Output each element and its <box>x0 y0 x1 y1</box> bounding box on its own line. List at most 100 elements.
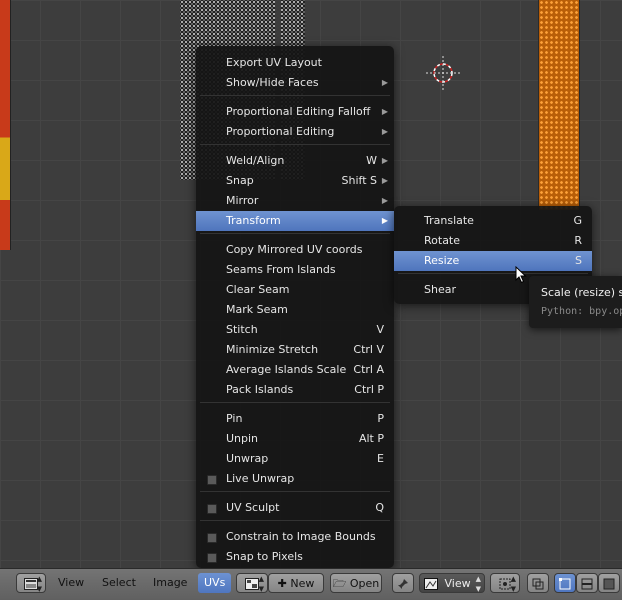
uv-island-selected <box>538 0 580 210</box>
transform-menu-item-translate[interactable]: Translate G <box>394 211 592 231</box>
menu-item-shortcut: V <box>376 323 384 336</box>
plus-icon: ✚ <box>277 577 287 590</box>
menu-item-label: Seams From Islands <box>226 263 336 276</box>
spin-arrows-icon: ▲ ▼ <box>510 575 516 593</box>
new-label: New <box>290 577 315 590</box>
menu-item-label: Resize <box>424 254 460 267</box>
uvs-menu-item-mark-seam[interactable]: Mark Seam <box>196 300 394 320</box>
menu-item-label: Snap <box>226 174 254 187</box>
menu-item-label: Transform <box>226 214 281 227</box>
vertex-select-mode-button[interactable] <box>554 573 576 593</box>
uvs-menu-item-clear-seam[interactable]: Clear Seam <box>196 280 394 300</box>
editor-type-button[interactable]: ▲ ▼ <box>16 573 46 593</box>
menu-separator <box>200 144 390 145</box>
menu-item-shortcut: Ctrl P <box>354 383 384 396</box>
uv-editor-header: ▲ ▼ View Select Image UVs ▲ ▼ ✚ New 🗁 Open… <box>0 568 622 600</box>
menu-item-label: Unwrap <box>226 452 269 465</box>
menu-item-shortcut: E <box>377 452 384 465</box>
uvs-menu-item-mirror[interactable]: Mirror ▶ <box>196 191 394 211</box>
image-browse-button[interactable]: ▲ ▼ <box>236 573 268 593</box>
menu-item-label: Pack Islands <box>226 383 294 396</box>
uvs-menu-item-live-unwrap[interactable]: Live Unwrap <box>196 469 394 489</box>
edge-select-icon <box>581 578 593 590</box>
mouse-pointer-icon <box>515 266 527 284</box>
uvs-menu-item-export-uv-layout[interactable]: Export UV Layout <box>196 53 394 73</box>
spin-arrows-icon: ▲ ▼ <box>258 575 264 593</box>
menu-item-label: Proportional Editing Falloff <box>226 105 371 118</box>
uvs-menu-item-snap[interactable]: Snap Shift S ▶ <box>196 171 394 191</box>
transform-menu-item-resize[interactable]: Resize S <box>394 251 592 271</box>
uvs-menu-item-proportional-editing-falloff[interactable]: Proportional Editing Falloff ▶ <box>196 102 394 122</box>
submenu-arrow-icon: ▶ <box>381 127 388 136</box>
uvs-menu-item-seams-from-islands[interactable]: Seams From Islands <box>196 260 394 280</box>
uvs-menu-item-weld-align[interactable]: Weld/Align W ▶ <box>196 151 394 171</box>
checkbox-icon[interactable] <box>207 475 217 485</box>
pivot-point-dropdown[interactable]: ▲ ▼ <box>490 573 520 593</box>
pin-image-button[interactable] <box>392 573 414 593</box>
uvs-menu: Export UV Layout Show/Hide Faces ▶ Proporti… <box>196 46 394 568</box>
menu-item-label: Copy Mirrored UV coords <box>226 243 363 256</box>
uvs-menu-item-pin[interactable]: Pin P <box>196 409 394 429</box>
uvs-menu-item-unpin[interactable]: Unpin Alt P <box>196 429 394 449</box>
menu-item-label: Average Islands Scale <box>226 363 347 376</box>
menu-item-label: Pin <box>226 412 243 425</box>
menu-item-shortcut: R <box>574 234 582 247</box>
uvs-menu-item-constrain-to-image-bounds[interactable]: Constrain to Image Bounds <box>196 527 394 547</box>
edge-select-mode-button[interactable] <box>576 573 598 593</box>
header-menu-select[interactable]: Select <box>96 573 142 593</box>
uv-view-icon <box>424 578 438 590</box>
spin-arrows-icon: ▲ ▼ <box>475 575 481 593</box>
pivot-icon <box>499 578 511 590</box>
header-menu-view[interactable]: View <box>52 573 90 593</box>
sticky-selection-button[interactable] <box>527 573 549 593</box>
uvs-menu-item-proportional-editing[interactable]: Proportional Editing ▶ <box>196 122 394 142</box>
menu-item-shortcut: S <box>575 254 582 267</box>
menu-item-shortcut: Ctrl V <box>353 343 384 356</box>
menu-separator <box>200 520 390 521</box>
open-label: Open <box>349 577 380 590</box>
menu-item-shortcut: Q <box>375 501 384 514</box>
menu-item-label: Unpin <box>226 432 259 445</box>
checkbox-icon[interactable] <box>207 504 217 514</box>
tooltip-python: Python: bpy.op <box>541 306 622 317</box>
menu-item-label: Constrain to Image Bounds <box>226 530 376 543</box>
uvs-menu-item-transform[interactable]: Transform ▶ <box>196 211 394 231</box>
view-mode-dropdown[interactable]: View ▲ ▼ <box>419 573 485 593</box>
menu-item-shortcut: Alt P <box>358 432 384 445</box>
menu-separator <box>398 273 588 274</box>
2d-cursor-icon <box>426 56 460 90</box>
menu-item-label: Export UV Layout <box>226 56 322 69</box>
menu-item-label: Rotate <box>424 234 461 247</box>
menu-item-label: Translate <box>424 214 474 227</box>
transform-menu-item-rotate[interactable]: Rotate R <box>394 231 592 251</box>
face-select-mode-button[interactable] <box>598 573 620 593</box>
uvs-menu-item-snap-to-pixels[interactable]: Snap to Pixels <box>196 547 394 567</box>
uvs-menu-item-stitch[interactable]: Stitch V <box>196 320 394 340</box>
sync-selection-icon <box>532 578 544 590</box>
new-image-button[interactable]: ✚ New <box>268 573 324 593</box>
submenu-arrow-icon: ▶ <box>381 156 388 165</box>
checkbox-icon[interactable] <box>207 533 217 543</box>
submenu-arrow-icon: ▶ <box>381 176 388 185</box>
menu-item-label: Mirror <box>226 194 259 207</box>
uvs-menu-item-minimize-stretch[interactable]: Minimize Stretch Ctrl V <box>196 340 394 360</box>
header-menu-uvs[interactable]: UVs <box>198 573 232 593</box>
menu-item-shortcut: P <box>377 412 384 425</box>
menu-item-label: UV Sculpt <box>226 501 280 514</box>
tooltip: Scale (resize) se Python: bpy.op <box>529 276 622 328</box>
uvs-menu-item-pack-islands[interactable]: Pack Islands Ctrl P <box>196 380 394 400</box>
menu-item-label: Minimize Stretch <box>226 343 319 356</box>
uvs-menu-item-unwrap[interactable]: Unwrap E <box>196 449 394 469</box>
uvs-menu-item-uv-sculpt[interactable]: UV Sculpt Q <box>196 498 394 518</box>
menu-item-shortcut: W <box>366 154 377 167</box>
menu-separator <box>200 402 390 403</box>
menu-separator <box>200 95 390 96</box>
checkbox-icon[interactable] <box>207 553 217 563</box>
open-image-button[interactable]: 🗁 Open <box>330 573 382 593</box>
tooltip-title: Scale (resize) se <box>541 286 622 299</box>
header-menu-image[interactable]: Image <box>147 573 193 593</box>
uvs-menu-item-show-hide-faces[interactable]: Show/Hide Faces ▶ <box>196 73 394 93</box>
menu-separator <box>200 233 390 234</box>
uvs-menu-item-average-islands-scale[interactable]: Average Islands Scale Ctrl A <box>196 360 394 380</box>
uvs-menu-item-copy-mirrored-uv-coords[interactable]: Copy Mirrored UV coords <box>196 240 394 260</box>
